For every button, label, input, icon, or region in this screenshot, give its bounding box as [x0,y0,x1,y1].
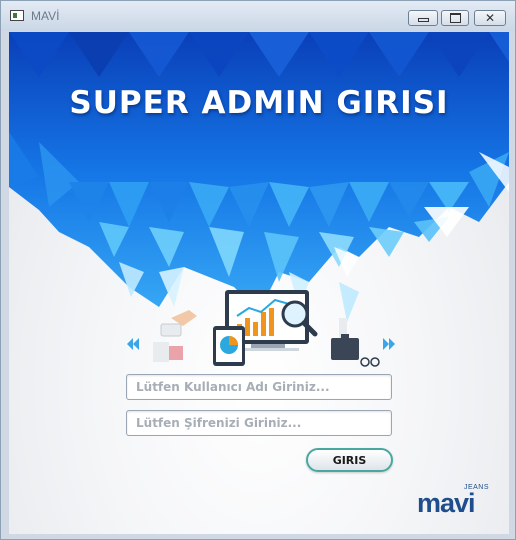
close-button[interactable]: ✕ [474,10,506,26]
tablet-pie-icon [213,326,245,366]
minimize-button[interactable] [408,10,438,26]
login-button[interactable]: GIRIS [306,448,393,472]
maximize-button[interactable] [441,10,469,26]
business-illustration [127,290,395,367]
briefcase-icon [331,318,359,360]
maximize-icon [449,13,461,23]
login-panel: SUPER ADMIN GIRISI Lütfen Kullanıcı Adı … [9,32,509,534]
page-title: SUPER ADMIN GIRISI [69,85,449,121]
brand-name: mavi [417,488,476,518]
brand-logo: JEANS mavi [417,484,497,520]
window-title: MAVİ [31,9,60,23]
glasses-icon [360,357,380,367]
password-input[interactable] [126,410,392,436]
handshake-icon [153,310,197,362]
right-arrows-icon [383,338,395,350]
minimize-icon [417,18,429,22]
title-bar[interactable]: MAVİ ✕ [1,1,515,31]
close-icon: ✕ [484,11,496,25]
left-arrows-icon [127,338,139,350]
app-window: MAVİ ✕ SUPER ADMIN GIRISI Lütfen Kullanı… [0,0,516,540]
app-icon [10,10,24,21]
username-input[interactable] [126,374,392,400]
